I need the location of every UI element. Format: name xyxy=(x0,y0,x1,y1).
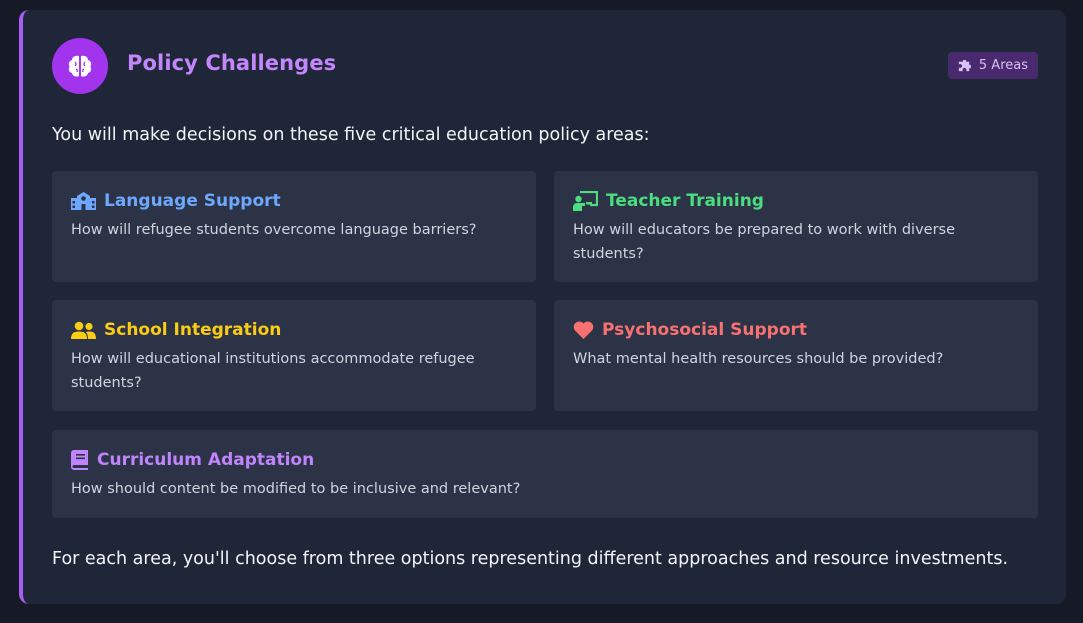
area-card-title: Teacher Training xyxy=(606,191,764,211)
badge-label: 5 Areas xyxy=(978,58,1028,73)
page-title: Policy Challenges xyxy=(127,51,337,75)
school-icon xyxy=(71,192,96,210)
areas-count-badge: 5 Areas xyxy=(947,52,1038,79)
area-card-title-row: Language Support xyxy=(71,189,517,213)
area-card-title-row: Teacher Training xyxy=(573,189,1019,213)
area-card-curriculum-adaptation: Curriculum Adaptation How should content… xyxy=(52,430,1038,518)
area-card-title: Curriculum Adaptation xyxy=(97,450,315,470)
outro-text: For each area, you'll choose from three … xyxy=(52,549,1009,569)
panel-header: Policy Challenges 5 Areas xyxy=(52,38,1038,94)
area-card-school-integration: School Integration How will educational … xyxy=(52,300,536,411)
brain-icon xyxy=(67,54,93,78)
policy-challenges-panel: Policy Challenges 5 Areas You will make … xyxy=(19,10,1066,604)
chalkboard-teacher-icon xyxy=(573,191,598,211)
users-icon xyxy=(71,321,96,339)
area-card-description: How will refugee students overcome langu… xyxy=(71,222,477,238)
area-card-title-row: Psychosocial Support xyxy=(573,318,1019,342)
area-card-title-row: School Integration xyxy=(71,318,517,342)
area-card-title-row: Curriculum Adaptation xyxy=(71,448,1019,472)
area-card-psychosocial-support: Psychosocial Support What mental health … xyxy=(554,300,1038,411)
area-card-title: Psychosocial Support xyxy=(602,320,808,340)
area-card-description: How should content be modified to be inc… xyxy=(71,481,521,497)
intro-text: You will make decisions on these five cr… xyxy=(52,125,650,145)
puzzle-icon xyxy=(957,58,972,73)
area-card-description: How will educational institutions accomm… xyxy=(71,351,475,391)
book-icon xyxy=(71,450,89,470)
area-card-language-support: Language Support How will refugee studen… xyxy=(52,171,536,282)
area-card-title: Language Support xyxy=(104,191,281,211)
brain-icon-badge xyxy=(52,38,108,94)
area-card-teacher-training: Teacher Training How will educators be p… xyxy=(554,171,1038,282)
area-card-description: How will educators be prepared to work w… xyxy=(573,222,956,262)
area-card-description: What mental health resources should be p… xyxy=(573,351,944,367)
heart-icon xyxy=(573,321,594,339)
area-card-title: School Integration xyxy=(104,320,282,340)
